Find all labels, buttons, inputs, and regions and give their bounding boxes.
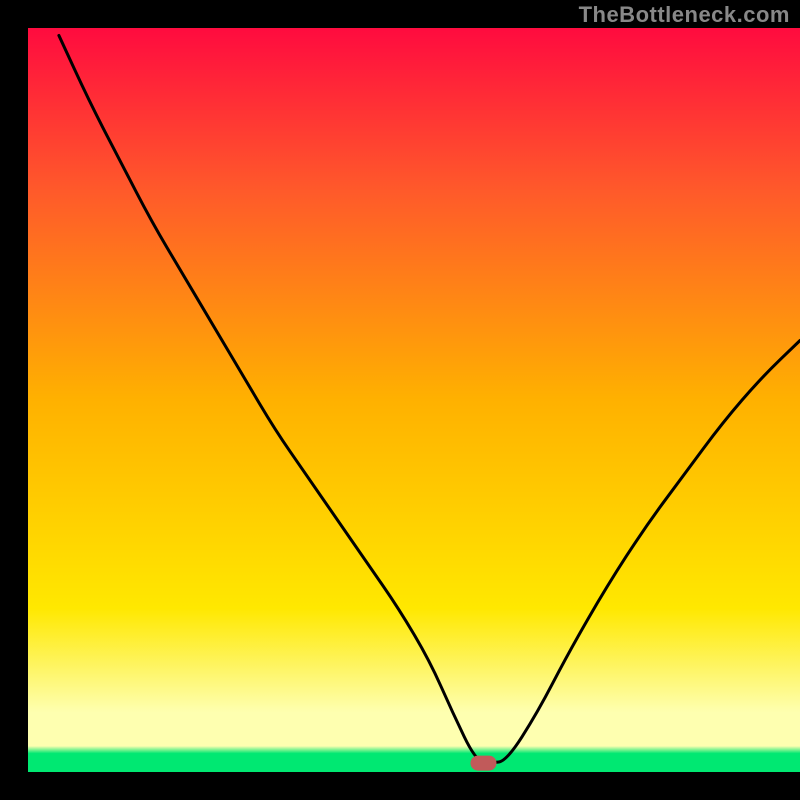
optimal-marker [470,756,496,771]
bottleneck-chart [0,0,800,800]
frame-bottom [0,772,800,800]
plot-background [28,28,800,772]
watermark-text: TheBottleneck.com [579,2,790,28]
chart-container: TheBottleneck.com [0,0,800,800]
frame-left [0,0,28,800]
